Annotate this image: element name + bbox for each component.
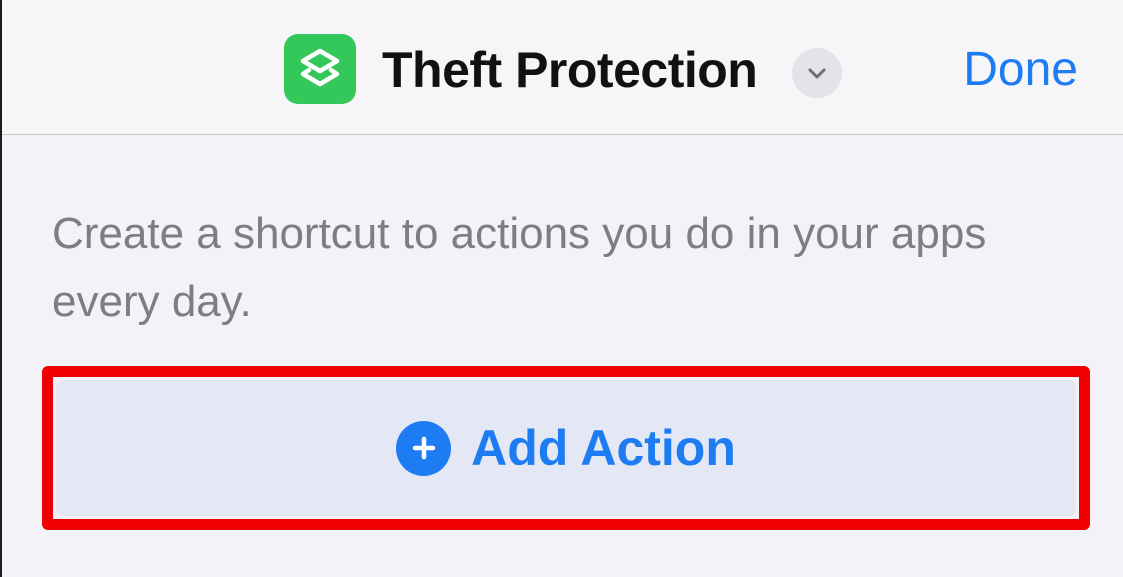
done-button[interactable]: Done: [963, 38, 1078, 102]
shortcut-editor-screen: Theft Protection Done Create a shortcut …: [0, 0, 1123, 577]
chevron-down-icon[interactable]: [792, 48, 842, 98]
shortcut-title[interactable]: Theft Protection: [382, 38, 758, 102]
shortcuts-icon[interactable]: [284, 34, 356, 104]
plus-circle-icon: [396, 420, 452, 476]
empty-editor-hint: Create a shortcut to actions you do in y…: [52, 209, 987, 326]
plus-glyph: [412, 436, 435, 460]
add-action-label: Add Action: [471, 420, 736, 476]
navigation-bar: Theft Protection Done: [2, 0, 1123, 135]
add-action-button[interactable]: Add Action: [56, 380, 1076, 516]
shortcuts-glyph: [300, 48, 340, 87]
chevron-glyph: [808, 68, 826, 79]
